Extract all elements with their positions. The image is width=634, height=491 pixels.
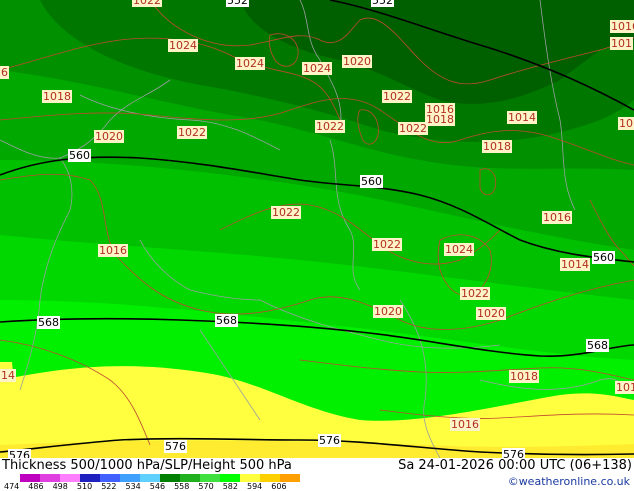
legend-swatch: [200, 474, 220, 482]
valid-datetime: Sa 24-01-2026 00:00 UTC (06+138): [398, 458, 632, 473]
slp-label: 1024: [235, 57, 265, 70]
legend-swatch: [60, 474, 80, 482]
slp-label: 1020: [94, 130, 124, 143]
slp-label: 1016: [542, 211, 572, 224]
legend-swatch: [220, 474, 240, 482]
color-legend-bar: [20, 474, 300, 482]
height-label: 552: [226, 0, 249, 7]
slp-label: 1014: [507, 111, 537, 124]
slp-label: 1022: [398, 122, 428, 135]
height-label: 576: [502, 448, 525, 458]
legend-swatch: [140, 474, 160, 482]
slp-label: 1016: [450, 418, 480, 431]
slp-label: 14: [0, 369, 16, 382]
height-label: 576: [318, 434, 341, 447]
legend-swatch: [120, 474, 140, 482]
slp-label: 1022: [382, 90, 412, 103]
height-label: 568: [37, 316, 60, 329]
height-label: 560: [360, 175, 383, 188]
footer: Thickness 500/1000 hPa/SLP/Height 500 hP…: [0, 458, 634, 491]
legend-swatch: [240, 474, 260, 482]
legend-swatch: [100, 474, 120, 482]
slp-label: 1020: [476, 307, 506, 320]
legend-swatch: [80, 474, 100, 482]
slp-label: 1024: [302, 62, 332, 75]
slp-label: 1016: [98, 244, 128, 257]
chart-title: Thickness 500/1000 hPa/SLP/Height 500 hP…: [2, 458, 292, 473]
height-label: 560: [68, 149, 91, 162]
credit-link[interactable]: ©weatheronline.co.uk: [508, 475, 630, 488]
slp-label: 1022: [372, 238, 402, 251]
legend-swatch: [160, 474, 180, 482]
slp-label: 1022: [177, 126, 207, 139]
slp-label: 1014: [560, 258, 590, 271]
slp-label: 1022: [315, 120, 345, 133]
slp-label: 1020: [373, 305, 403, 318]
slp-label: 101: [615, 381, 634, 394]
legend-swatch: [260, 474, 280, 482]
slp-label: 101: [610, 37, 633, 50]
height-label: 576: [164, 440, 187, 453]
slp-label: 1018: [42, 90, 72, 103]
slp-label: 1018: [509, 370, 539, 383]
slp-label: 1016: [610, 20, 634, 33]
legend-swatch: [280, 474, 300, 482]
height-label: 576: [8, 449, 31, 458]
slp-label: 1024: [168, 39, 198, 52]
slp-label: 1018: [482, 140, 512, 153]
slp-label: 101: [618, 117, 634, 130]
legend-swatch: [40, 474, 60, 482]
height-label: 568: [586, 339, 609, 352]
legend-swatch: [180, 474, 200, 482]
height-label: 568: [215, 314, 238, 327]
slp-label: 1022: [132, 0, 162, 7]
slp-label: 1020: [342, 55, 372, 68]
height-label: 552: [371, 0, 394, 7]
legend-swatch: [20, 474, 40, 482]
slp-label: 1018: [425, 113, 455, 126]
height-label: 560: [592, 251, 615, 264]
slp-label: 1022: [271, 206, 301, 219]
weather-map: 1022 1024 1024 1024 1020 1018 1020 1022 …: [0, 0, 634, 458]
slp-label: 1024: [444, 243, 474, 256]
slp-label: 6: [0, 66, 9, 79]
slp-label: 1022: [460, 287, 490, 300]
